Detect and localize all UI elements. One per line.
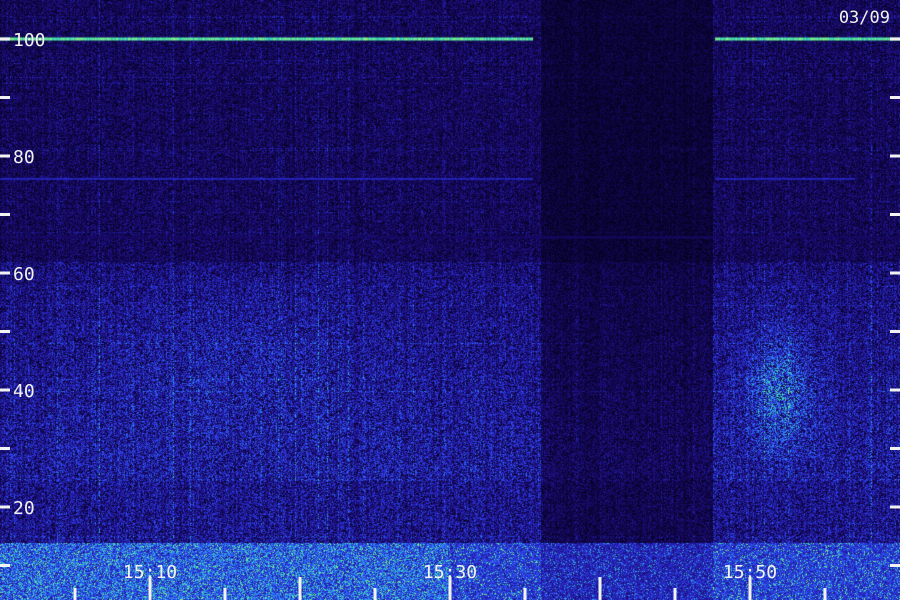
y-tick-label: 40 xyxy=(13,381,35,402)
y-tick-label: 100 xyxy=(13,30,46,51)
y-tick-left-80 xyxy=(0,154,10,158)
x-tick-45 xyxy=(673,588,677,600)
y-tick-right-90 xyxy=(890,96,900,99)
x-tick-label: 15:30 xyxy=(423,562,477,583)
y-tick-left-10 xyxy=(0,564,10,567)
y-tick-label: 60 xyxy=(13,264,35,285)
y-tick-left-100 xyxy=(0,37,10,41)
x-tick-15 xyxy=(223,588,227,600)
x-tick-40 xyxy=(598,577,602,600)
y-tick-left-50 xyxy=(0,330,10,333)
axes-overlay: 100 80 60 40 20 15:10 15:30 15:50 03/09 xyxy=(0,8,900,600)
y-tick-right-60 xyxy=(890,271,900,275)
y-tick-label: 80 xyxy=(13,147,35,168)
y-tick-right-50 xyxy=(890,330,900,333)
y-tick-left-60 xyxy=(0,271,10,275)
x-tick-35 xyxy=(523,588,527,600)
x-tick-label: 15:50 xyxy=(723,562,777,583)
x-tick-label: 15:10 xyxy=(123,562,177,583)
x-axis-ticks: 15:10 15:30 15:50 xyxy=(73,562,827,600)
date-label: 03/09 xyxy=(839,8,890,28)
y-tick-left-30 xyxy=(0,447,10,450)
y-tick-label: 20 xyxy=(13,498,35,519)
y-tick-right-100 xyxy=(890,37,900,41)
y-axis-ticks: 100 80 60 40 20 xyxy=(0,30,900,567)
spectrogram-plot: 100 80 60 40 20 15:10 15:30 15:50 03/09 xyxy=(0,0,900,600)
x-tick-55 xyxy=(823,588,827,600)
x-tick-5 xyxy=(73,588,77,600)
x-tick-25 xyxy=(373,588,377,600)
y-tick-left-90 xyxy=(0,96,10,99)
y-tick-right-80 xyxy=(890,154,900,158)
y-tick-right-70 xyxy=(890,213,900,216)
y-tick-right-10 xyxy=(890,564,900,567)
y-tick-left-20 xyxy=(0,505,10,509)
y-tick-right-40 xyxy=(890,388,900,392)
x-tick-20 xyxy=(298,577,302,600)
y-tick-right-20 xyxy=(890,505,900,509)
y-tick-right-30 xyxy=(890,447,900,450)
y-tick-left-40 xyxy=(0,388,10,392)
y-tick-left-70 xyxy=(0,213,10,216)
